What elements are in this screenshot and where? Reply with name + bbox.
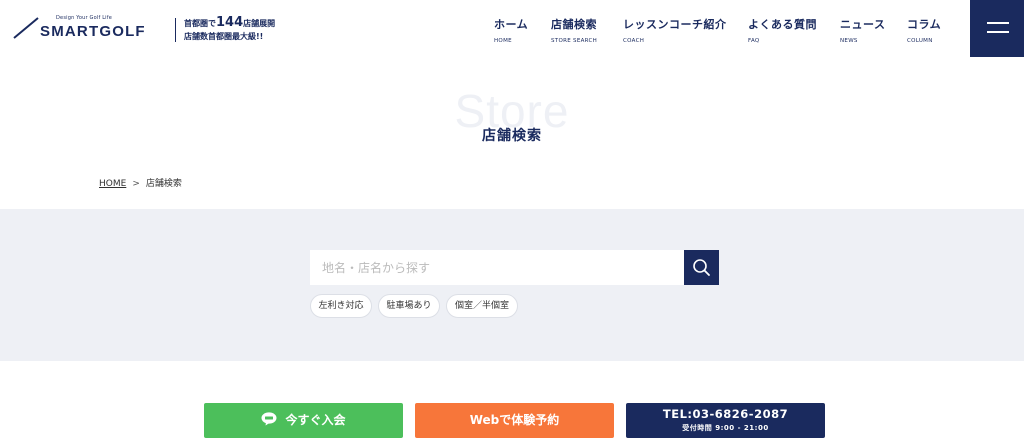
line-icon bbox=[261, 412, 277, 426]
nav-coach-sub: COACH bbox=[623, 38, 645, 44]
breadcrumb: HOME > 店舗検索 bbox=[99, 176, 182, 189]
nav-news[interactable]: ニュース NEWS bbox=[840, 16, 885, 44]
nav-home-sub: HOME bbox=[494, 38, 512, 44]
business-hours: 受付時間 9:00 - 21:00 bbox=[682, 424, 769, 432]
phone-number: TEL:03-6826-2087 bbox=[662, 407, 789, 421]
nav-store-search-sub: STORE SEARCH bbox=[551, 38, 598, 44]
nav-column[interactable]: コラム COLUMN bbox=[907, 16, 941, 44]
join-now-button[interactable]: 今すぐ入会 bbox=[204, 403, 403, 438]
search-icon bbox=[693, 259, 710, 276]
nav-coach-label: レッスンコーチ紹介 bbox=[623, 18, 727, 31]
nav-store-search[interactable]: 店舗検索 STORE SEARCH bbox=[551, 16, 597, 44]
nav-faq-label: よくある質問 bbox=[748, 18, 817, 31]
nav-faq-sub: FAQ bbox=[748, 38, 760, 44]
main-nav: ホーム HOME 店舗検索 STORE SEARCH レッスンコーチ紹介 COA… bbox=[0, 16, 960, 46]
nav-faq[interactable]: よくある質問 FAQ bbox=[748, 16, 817, 44]
filter-chip-private-room[interactable]: 個室／半個室 bbox=[446, 294, 518, 318]
breadcrumb-separator: > bbox=[132, 179, 140, 189]
phone-contact-button[interactable]: TEL:03-6826-2087 受付時間 9:00 - 21:00 bbox=[626, 403, 825, 438]
page-title: 店舗検索 bbox=[482, 128, 542, 144]
site-header: Design Your Golf Life SMARTGOLF 首都圏で144店… bbox=[0, 0, 1024, 57]
join-now-label: 今すぐ入会 bbox=[285, 413, 346, 427]
nav-news-sub: NEWS bbox=[840, 38, 858, 44]
nav-column-sub: COLUMN bbox=[907, 38, 933, 44]
nav-news-label: ニュース bbox=[840, 18, 886, 31]
store-search-input[interactable] bbox=[310, 250, 684, 285]
web-trial-booking-button[interactable]: Webで体験予約 bbox=[415, 403, 614, 438]
nav-coach[interactable]: レッスンコーチ紹介 COACH bbox=[623, 16, 727, 44]
breadcrumb-current: 店舗検索 bbox=[145, 179, 182, 189]
web-trial-booking-label: Webで体験予約 bbox=[469, 413, 560, 427]
filter-chip-left-handed[interactable]: 左利き対応 bbox=[310, 294, 372, 318]
nav-home[interactable]: ホーム HOME bbox=[494, 16, 528, 44]
hamburger-menu-button[interactable] bbox=[970, 0, 1024, 57]
filter-chip-parking[interactable]: 駐車場あり bbox=[378, 294, 440, 318]
store-search-panel: 左利き対応 駐車場あり 個室／半個室 bbox=[0, 209, 1024, 361]
nav-column-label: コラム bbox=[907, 18, 942, 31]
nav-home-label: ホーム bbox=[494, 18, 529, 31]
breadcrumb-home-link[interactable]: HOME bbox=[99, 179, 126, 189]
search-button[interactable] bbox=[684, 250, 719, 285]
nav-store-search-label: 店舗検索 bbox=[551, 18, 597, 31]
